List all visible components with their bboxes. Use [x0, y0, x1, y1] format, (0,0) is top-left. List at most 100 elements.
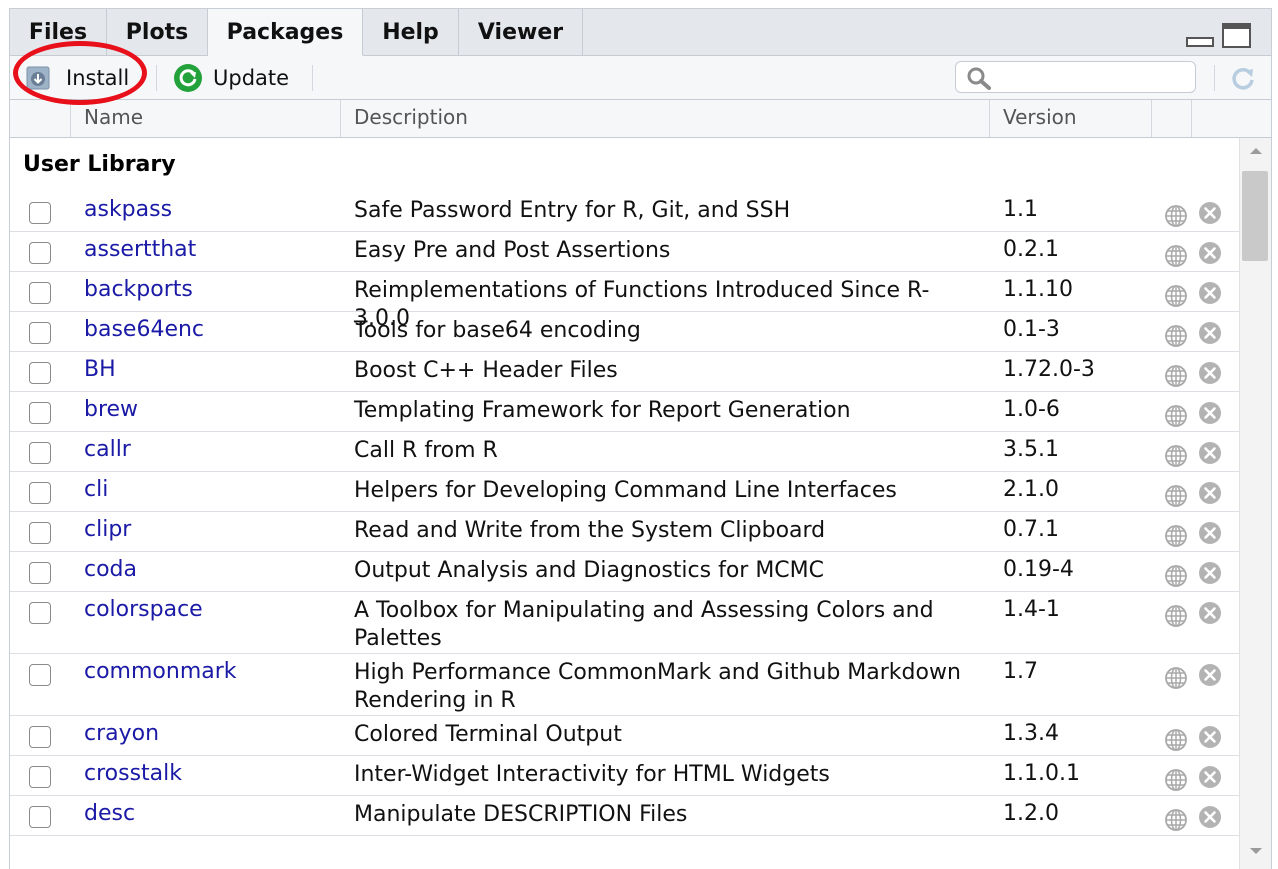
package-checkbox[interactable] — [29, 362, 51, 384]
package-version: 1.0-6 — [1003, 397, 1060, 422]
remove-icon[interactable] — [1198, 805, 1222, 829]
package-checkbox[interactable] — [29, 282, 51, 304]
package-description: Read and Write from the System Clipboard — [354, 518, 826, 543]
remove-icon[interactable] — [1198, 281, 1222, 305]
globe-icon[interactable] — [1164, 728, 1188, 752]
column-header-description[interactable]: Description — [342, 100, 468, 137]
scroll-down-icon[interactable] — [1248, 846, 1264, 856]
package-checkbox[interactable] — [29, 242, 51, 264]
package-checkbox[interactable] — [29, 806, 51, 828]
package-name-link[interactable]: commonmark — [84, 659, 237, 684]
package-checkbox[interactable] — [29, 202, 51, 224]
remove-icon[interactable] — [1198, 765, 1222, 789]
tab-packages[interactable]: Packages — [208, 9, 363, 56]
globe-icon[interactable] — [1164, 768, 1188, 792]
update-button[interactable]: Update — [173, 56, 289, 99]
package-name-link[interactable]: desc — [84, 801, 135, 826]
remove-icon[interactable] — [1198, 361, 1222, 385]
package-name-link[interactable]: brew — [84, 397, 138, 422]
remove-icon[interactable] — [1198, 321, 1222, 345]
package-name-link[interactable]: crayon — [84, 721, 159, 746]
toolbar-separator — [312, 65, 313, 91]
globe-icon[interactable] — [1164, 204, 1188, 228]
package-description: Helpers for Developing Command Line Inte… — [354, 478, 897, 503]
package-checkbox[interactable] — [29, 602, 51, 624]
minimize-icon[interactable] — [1186, 33, 1214, 47]
remove-icon[interactable] — [1198, 481, 1222, 505]
package-name-link[interactable]: assertthat — [84, 237, 196, 262]
column-divider — [1151, 100, 1152, 137]
package-name-link[interactable]: BH — [84, 357, 116, 382]
table-row: coda Output Analysis and Diagnostics for … — [10, 552, 1239, 592]
package-name-link[interactable]: clipr — [84, 517, 131, 542]
package-checkbox[interactable] — [29, 562, 51, 584]
globe-icon[interactable] — [1164, 484, 1188, 508]
column-header-version[interactable]: Version — [991, 100, 1077, 137]
search-input[interactable] — [994, 65, 1193, 91]
package-name-link[interactable]: callr — [84, 437, 131, 462]
tab-bar: Files Plots Packages Help Viewer — [10, 9, 1271, 56]
globe-icon[interactable] — [1164, 444, 1188, 468]
remove-icon[interactable] — [1198, 521, 1222, 545]
globe-icon[interactable] — [1164, 324, 1188, 348]
table-row: colorspace A Toolbox for Manipulating and… — [10, 592, 1239, 654]
remove-icon[interactable] — [1198, 201, 1222, 225]
globe-icon[interactable] — [1164, 666, 1188, 690]
install-icon — [26, 66, 50, 89]
package-name-link[interactable]: askpass — [84, 197, 172, 222]
package-version: 3.5.1 — [1003, 437, 1059, 462]
globe-icon[interactable] — [1164, 244, 1188, 268]
package-name-link[interactable]: backports — [84, 277, 193, 302]
package-checkbox[interactable] — [29, 664, 51, 686]
package-checkbox[interactable] — [29, 522, 51, 544]
package-version: 1.3.4 — [1003, 721, 1059, 746]
refresh-icon[interactable] — [1228, 64, 1258, 92]
package-version: 1.1 — [1003, 197, 1038, 222]
package-checkbox[interactable] — [29, 482, 51, 504]
column-header-name[interactable]: Name — [72, 100, 143, 137]
package-name-link[interactable]: crosstalk — [84, 761, 182, 786]
package-name-link[interactable]: base64enc — [84, 317, 204, 342]
remove-icon[interactable] — [1198, 241, 1222, 265]
package-version: 1.1.10 — [1003, 277, 1073, 302]
install-button[interactable]: Install — [26, 56, 129, 99]
package-name-link[interactable]: cli — [84, 477, 108, 502]
package-description: Manipulate DESCRIPTION Files — [354, 802, 688, 827]
package-version: 0.19-4 — [1003, 557, 1074, 582]
package-checkbox[interactable] — [29, 766, 51, 788]
remove-icon[interactable] — [1198, 725, 1222, 749]
scrollbar-thumb[interactable] — [1242, 171, 1268, 261]
globe-icon[interactable] — [1164, 404, 1188, 428]
tab-help[interactable]: Help — [363, 9, 459, 55]
package-checkbox[interactable] — [29, 402, 51, 424]
table-row: crayon Colored Terminal Output 1.3.4 — [10, 716, 1239, 756]
tab-viewer[interactable]: Viewer — [459, 9, 583, 55]
table-row: BH Boost C++ Header Files 1.72.0-3 — [10, 352, 1239, 392]
globe-icon[interactable] — [1164, 524, 1188, 548]
column-divider — [1191, 100, 1192, 137]
globe-icon[interactable] — [1164, 284, 1188, 308]
package-name-link[interactable]: colorspace — [84, 597, 203, 622]
install-label: Install — [66, 65, 130, 90]
vertical-scrollbar[interactable] — [1239, 138, 1271, 869]
package-description: High Performance CommonMark and Github M… — [354, 660, 961, 713]
scroll-up-icon[interactable] — [1248, 146, 1264, 156]
package-version: 0.2.1 — [1003, 237, 1059, 262]
remove-icon[interactable] — [1198, 561, 1222, 585]
globe-icon[interactable] — [1164, 808, 1188, 832]
package-checkbox[interactable] — [29, 322, 51, 344]
remove-icon[interactable] — [1198, 401, 1222, 425]
package-checkbox[interactable] — [29, 726, 51, 748]
table-row: base64enc Tools for base64 encoding 0.1-3 — [10, 312, 1239, 352]
remove-icon[interactable] — [1198, 663, 1222, 687]
package-name-link[interactable]: coda — [84, 557, 137, 582]
globe-icon[interactable] — [1164, 604, 1188, 628]
globe-icon[interactable] — [1164, 564, 1188, 588]
package-checkbox[interactable] — [29, 442, 51, 464]
maximize-icon[interactable] — [1222, 23, 1252, 49]
remove-icon[interactable] — [1198, 601, 1222, 625]
tab-plots[interactable]: Plots — [107, 9, 208, 55]
tab-files[interactable]: Files — [10, 9, 107, 55]
remove-icon[interactable] — [1198, 441, 1222, 465]
globe-icon[interactable] — [1164, 364, 1188, 388]
